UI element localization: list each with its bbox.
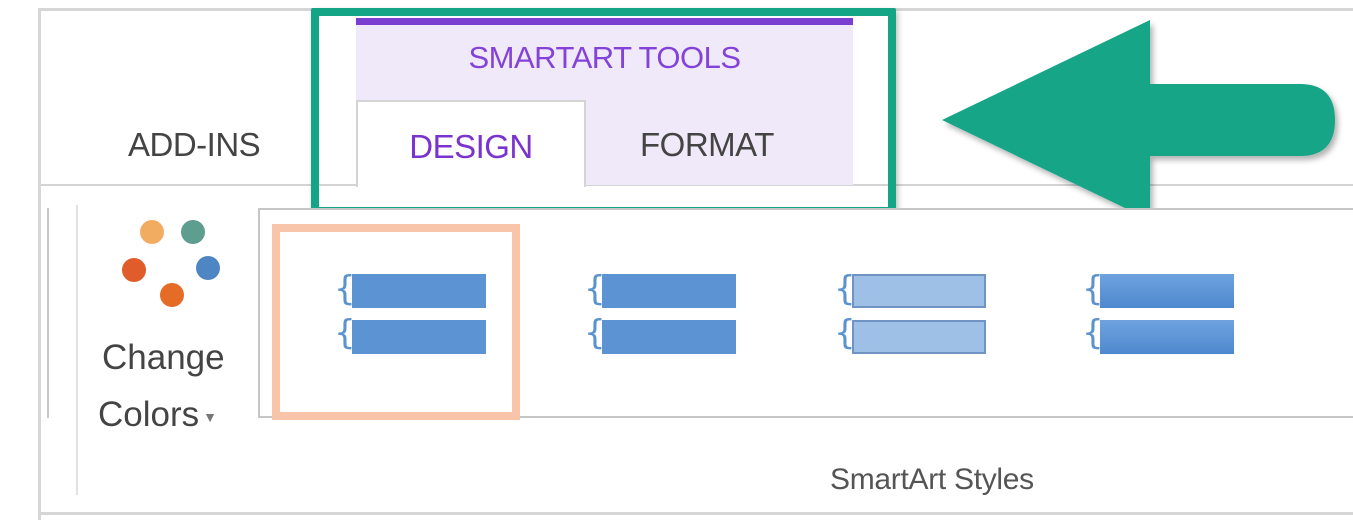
style-preview-bar bbox=[1100, 274, 1234, 308]
tab-add-ins[interactable]: ADD-INS bbox=[128, 126, 261, 164]
style-preview-bar bbox=[852, 274, 986, 308]
style-preview-bar bbox=[1100, 320, 1234, 354]
smartart-style-subtle-effect[interactable]: {{ bbox=[762, 218, 1002, 408]
ribbon-screenshot: ADD-INS SMARTART TOOLS DESIGN FORMAT Cha… bbox=[0, 0, 1353, 520]
style-preview-bar bbox=[352, 274, 486, 308]
smartart-styles-group-label: SmartArt Styles bbox=[830, 463, 1034, 496]
smartart-style-moderate-effect[interactable]: {{ bbox=[1010, 218, 1250, 408]
style-preview-bar bbox=[852, 320, 986, 354]
callout-highlight-box bbox=[311, 8, 896, 215]
palette-dots-icon bbox=[122, 220, 220, 307]
style-preview-bar bbox=[602, 274, 736, 308]
style-preview-bar bbox=[602, 320, 736, 354]
style-preview-bar bbox=[352, 320, 486, 354]
group-separator bbox=[76, 205, 78, 495]
change-colors-label-line2: Colors ▼ bbox=[98, 395, 217, 435]
window-border-bottom bbox=[38, 512, 1353, 515]
previous-group-edge bbox=[41, 208, 49, 418]
change-colors-label-line1: Change bbox=[102, 338, 225, 377]
change-colors-label-line2-text: Colors bbox=[98, 395, 200, 434]
smartart-style-simple-fill[interactable]: {{ bbox=[262, 218, 520, 420]
caret-down-icon[interactable]: ▼ bbox=[203, 409, 217, 425]
smartart-style-white-outline[interactable]: {{ bbox=[512, 218, 752, 408]
arrow-left-icon bbox=[942, 20, 1335, 220]
